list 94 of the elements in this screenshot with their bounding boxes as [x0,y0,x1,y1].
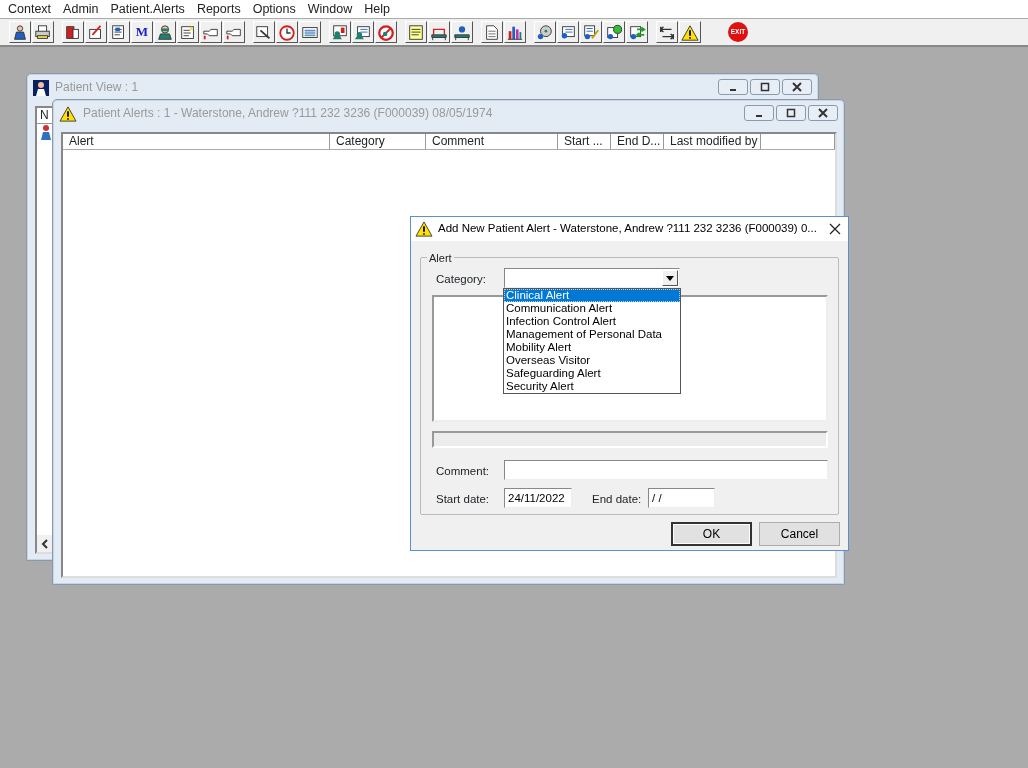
toolbar-button[interactable] [626,21,648,43]
toolbar-button[interactable] [329,21,351,43]
book-icon [64,24,82,42]
dropdown-option[interactable]: Communication Alert [504,302,680,315]
toolbar-button[interactable] [9,21,31,43]
notepad-icon [407,24,425,42]
menu-item[interactable]: Help [358,0,396,18]
menu-item[interactable]: Patient.Alerts [104,0,191,18]
form-pen-icon [582,24,600,42]
toolbar-button[interactable] [428,21,450,43]
toolbar-button[interactable] [177,21,199,43]
note-icon [179,24,197,42]
dropdown-option[interactable]: Security Alert [504,380,680,393]
dialog-title: Add New Patient Alert - Waterstone, Andrew ?111 232 3236 (F000039) 0... [438,221,817,237]
toolbar-button[interactable] [405,21,427,43]
comment-field[interactable] [504,460,828,480]
close-icon [790,81,804,93]
bed-person-icon [453,24,471,42]
menu-item[interactable]: Window [301,0,359,18]
warning-icon [59,105,77,122]
field-label: Start date: [436,492,490,507]
bar-chart-icon [506,24,524,42]
toolbar-button[interactable] [557,21,579,43]
toolbar-button[interactable] [299,21,321,43]
printer-icon [34,24,52,42]
toolbar-button[interactable] [580,21,602,43]
form-arrows-icon [628,24,646,42]
maximize-button[interactable] [750,79,780,95]
swap-arrows-icon [658,24,676,42]
dialog-button[interactable]: OK [671,522,752,546]
close-icon [816,107,830,119]
scroll-left-button[interactable] [37,535,53,552]
toolbar-button[interactable] [200,21,222,43]
close-button[interactable] [782,79,812,95]
toolbar-button[interactable] [154,21,176,43]
person-icon [156,24,174,42]
menu-item[interactable]: Context [2,0,58,18]
toolbar-button[interactable] [481,21,503,43]
dialog-button[interactable]: Cancel [759,522,840,546]
toolbar-button[interactable] [352,21,374,43]
toolbar-button[interactable] [451,21,473,43]
close-button[interactable] [808,105,838,121]
dropdown-option[interactable]: Overseas Visitor [504,354,680,367]
field-label: End date: [592,492,642,507]
window-title: Patient Alerts : 1 - Waterstone, Andrew ?111 232 3236 (F000039) 08/05/1974 [83,105,493,122]
person-icon [11,24,29,42]
field-label: Category: [436,272,486,287]
toolbar-button[interactable]: M [131,21,153,43]
dropdown-arrow-icon [666,275,674,281]
toolbar-button[interactable] [603,21,625,43]
toolbar-button[interactable] [375,21,397,43]
toolbar-button[interactable] [223,21,245,43]
close-icon [829,223,841,236]
person-screen-icon [331,24,349,42]
end-date-field[interactable]: / / [648,488,715,508]
toolbar-button[interactable] [108,21,130,43]
person-icon [33,79,49,96]
person-icon [38,124,54,140]
dropdown-option[interactable]: Management of Personal Data [504,328,680,341]
dropdown-option[interactable]: Clinical Alert [504,289,680,302]
minimize-icon [756,115,762,117]
menu-item[interactable]: Reports [190,0,247,18]
menu-item[interactable]: Admin [57,0,105,18]
toolbar-button[interactable] [679,21,701,43]
disc-person-icon [536,24,554,42]
toolbar-button[interactable] [656,21,678,43]
toolbar-button[interactable] [32,21,54,43]
chevron-left-icon [41,538,49,549]
dropdown-option[interactable]: Safeguarding Alert [504,367,680,380]
clock-icon [278,24,296,42]
minimize-icon [730,89,736,91]
dropdown-option[interactable]: Mobility Alert [504,341,680,354]
toolbar-button[interactable] [62,21,84,43]
dropdown-option[interactable]: Infection Control Alert [504,315,680,328]
person-form-icon [354,24,372,42]
toolbar-button[interactable] [85,21,107,43]
maximize-button[interactable] [776,105,806,121]
category-dropdown[interactable] [504,268,680,288]
prohibition-icon [377,24,395,42]
toolbar-button[interactable] [253,21,275,43]
toolbar-button[interactable] [276,21,298,43]
minimize-button[interactable] [718,79,748,95]
field-label: Comment: [436,464,490,479]
maximize-icon [784,107,798,119]
page-icon [483,24,501,42]
toolbar-button[interactable] [504,21,526,43]
warning-icon [415,221,433,238]
maximize-icon [758,81,772,93]
start-date-field[interactable]: 24/11/2022 [504,488,572,508]
menu-item[interactable]: Options [246,0,302,18]
warning-icon [681,24,699,42]
window-title: Patient View : 1 [55,79,139,96]
minimize-button[interactable] [744,105,774,121]
toolbar-button[interactable] [534,21,556,43]
